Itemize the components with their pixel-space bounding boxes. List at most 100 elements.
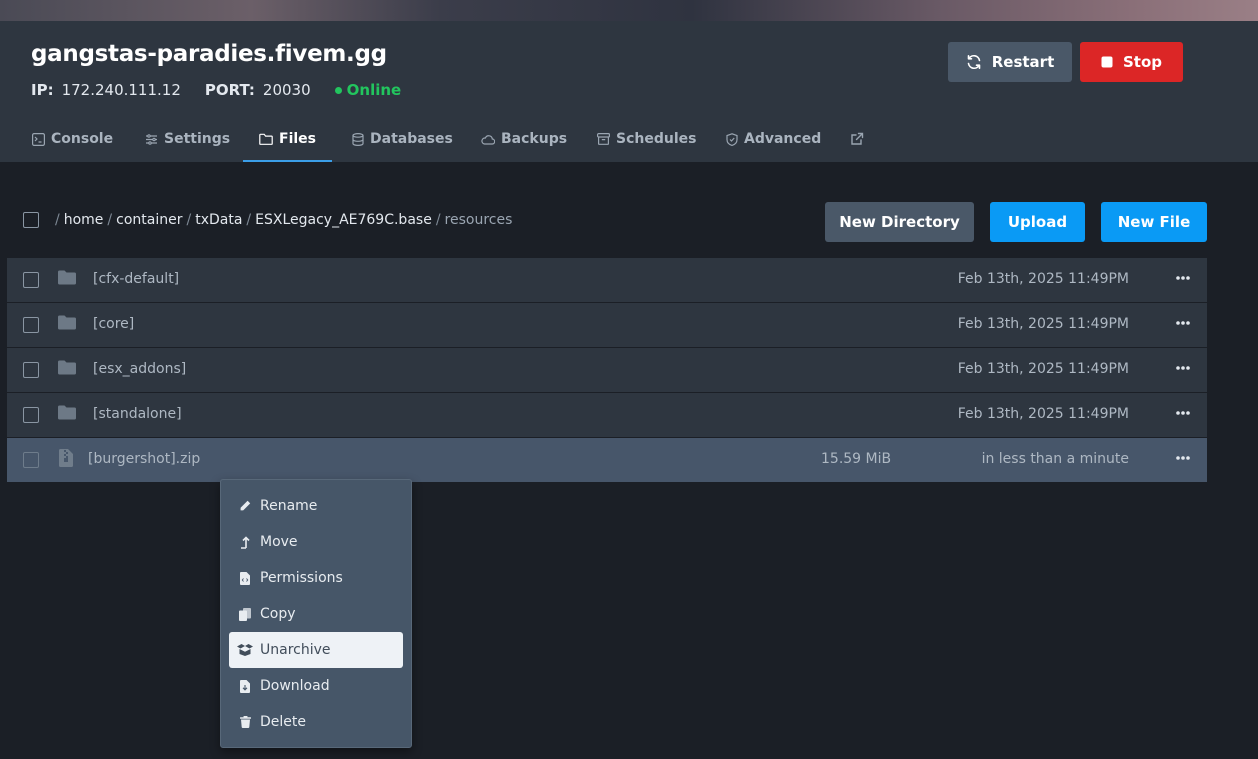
- database-icon: [352, 132, 364, 146]
- breadcrumb-container[interactable]: container: [116, 212, 182, 228]
- tab-label: Backups: [501, 131, 568, 147]
- stop-label: Stop: [1122, 53, 1163, 71]
- pencil-icon: [230, 500, 260, 512]
- breadcrumb-txdata[interactable]: txData: [195, 212, 242, 228]
- file-archive-icon: [59, 449, 73, 467]
- file-name[interactable]: [standalone]: [93, 406, 182, 422]
- file-modified: Feb 13th, 2025 11:49PM: [957, 271, 1129, 287]
- file-row[interactable]: [esx_addons] Feb 13th, 2025 11:49PM: [7, 348, 1207, 392]
- file-name[interactable]: [cfx-default]: [93, 271, 179, 287]
- refresh-icon: [966, 54, 982, 70]
- row-checkbox[interactable]: [23, 452, 39, 468]
- menu-item-delete[interactable]: Delete: [229, 704, 403, 740]
- tab-schedules[interactable]: Schedules: [597, 116, 696, 162]
- file-name[interactable]: [esx_addons]: [93, 361, 186, 377]
- stop-button[interactable]: Stop: [1080, 42, 1183, 82]
- new-directory-button[interactable]: New Directory: [825, 202, 974, 242]
- breadcrumb-esxlegacy[interactable]: ESXLegacy_AE769C.base: [255, 212, 432, 228]
- menu-item-label: Delete: [260, 714, 306, 730]
- row-menu-icon[interactable]: [1175, 270, 1191, 286]
- folder-icon: [58, 270, 76, 285]
- file-row[interactable]: [core] Feb 13th, 2025 11:49PM: [7, 303, 1207, 347]
- tab-advanced[interactable]: Advanced: [726, 116, 821, 162]
- menu-item-label: Move: [260, 534, 298, 550]
- tab-external-link[interactable]: [850, 116, 870, 162]
- file-modified: Feb 13th, 2025 11:49PM: [957, 361, 1129, 377]
- folder-icon: [58, 405, 76, 420]
- box-open-icon: [230, 644, 260, 656]
- file-modified: Feb 13th, 2025 11:49PM: [957, 316, 1129, 332]
- restart-label: Restart: [991, 53, 1055, 71]
- breadcrumb-home[interactable]: home: [64, 212, 104, 228]
- tab-databases[interactable]: Databases: [352, 116, 453, 162]
- upload-button[interactable]: Upload: [990, 202, 1085, 242]
- sliders-icon: [145, 133, 158, 146]
- file-download-icon: [230, 679, 260, 693]
- file-row[interactable]: [standalone] Feb 13th, 2025 11:49PM: [7, 393, 1207, 437]
- row-checkbox[interactable]: [23, 272, 39, 288]
- row-menu-icon[interactable]: [1175, 450, 1191, 466]
- file-size: 15.59 MiB: [821, 451, 892, 467]
- tab-label: Files: [279, 131, 316, 147]
- menu-item-label: Permissions: [260, 570, 343, 586]
- menu-item-label: Rename: [260, 498, 318, 514]
- shield-icon: [726, 132, 738, 146]
- file-list: [cfx-default] Feb 13th, 2025 11:49PM [co…: [7, 258, 1207, 483]
- tab-console[interactable]: Console: [32, 116, 113, 162]
- row-checkbox[interactable]: [23, 362, 39, 378]
- stop-square-icon: [1101, 56, 1113, 68]
- menu-item-label: Download: [260, 678, 330, 694]
- tab-backups[interactable]: Backups: [481, 116, 567, 162]
- file-context-menu: Rename Move Permissions Copy Unarchive D…: [220, 479, 412, 748]
- row-menu-icon[interactable]: [1175, 315, 1191, 331]
- tab-label: Schedules: [616, 131, 697, 147]
- menu-item-unarchive[interactable]: Unarchive: [229, 632, 403, 668]
- tab-label: Advanced: [744, 131, 822, 147]
- file-name[interactable]: [core]: [93, 316, 134, 332]
- breadcrumb-separator: /: [435, 212, 441, 228]
- file-row[interactable]: [cfx-default] Feb 13th, 2025 11:49PM: [7, 258, 1207, 302]
- server-header: gangstas-paradies.fivem.gg IP: 172.240.1…: [0, 21, 1258, 162]
- port-value: 20030: [262, 81, 311, 99]
- menu-item-rename[interactable]: Rename: [229, 488, 403, 524]
- row-checkbox[interactable]: [23, 317, 39, 333]
- copy-icon: [230, 607, 260, 621]
- menu-item-label: Unarchive: [260, 642, 331, 658]
- tab-label: Console: [51, 131, 114, 147]
- row-menu-icon[interactable]: [1175, 405, 1191, 421]
- breadcrumb: / home / container / txData / ESXLegacy_…: [23, 212, 512, 228]
- breadcrumb-resources: resources: [444, 212, 513, 228]
- menu-item-copy[interactable]: Copy: [229, 596, 403, 632]
- tab-label: Databases: [370, 131, 453, 147]
- terminal-icon: [32, 132, 45, 146]
- file-row[interactable]: [burgershot].zip 15.59 MiB in less than …: [7, 438, 1207, 482]
- restart-button[interactable]: Restart: [948, 42, 1072, 82]
- folder-icon: [259, 133, 273, 145]
- file-modified: in less than a minute: [981, 451, 1129, 467]
- breadcrumb-root: /: [55, 212, 60, 228]
- external-link-icon: [850, 132, 864, 146]
- port-label: PORT:: [204, 81, 255, 99]
- breadcrumb-separator: /: [107, 212, 113, 228]
- file-modified: Feb 13th, 2025 11:49PM: [957, 406, 1129, 422]
- ip-value: 172.240.111.12: [61, 81, 181, 99]
- tab-label: Settings: [164, 131, 231, 147]
- row-checkbox[interactable]: [23, 407, 39, 423]
- level-up-icon: [230, 535, 260, 549]
- menu-item-download[interactable]: Download: [229, 668, 403, 704]
- server-name: gangstas-paradies.fivem.gg: [31, 41, 387, 67]
- ip-label: IP:: [31, 81, 54, 99]
- archive-icon: [597, 133, 610, 145]
- status-dot-icon: [334, 86, 342, 94]
- menu-item-move[interactable]: Move: [229, 524, 403, 560]
- select-all-checkbox[interactable]: [23, 212, 39, 228]
- file-name[interactable]: [burgershot].zip: [88, 451, 200, 467]
- tab-files[interactable]: Files: [243, 116, 332, 162]
- menu-item-permissions[interactable]: Permissions: [229, 560, 403, 596]
- new-file-button[interactable]: New File: [1101, 202, 1207, 242]
- row-menu-icon[interactable]: [1175, 360, 1191, 376]
- folder-icon: [58, 315, 76, 330]
- trash-icon: [230, 716, 260, 728]
- status-badge: Online: [346, 81, 402, 99]
- tab-settings[interactable]: Settings: [145, 116, 230, 162]
